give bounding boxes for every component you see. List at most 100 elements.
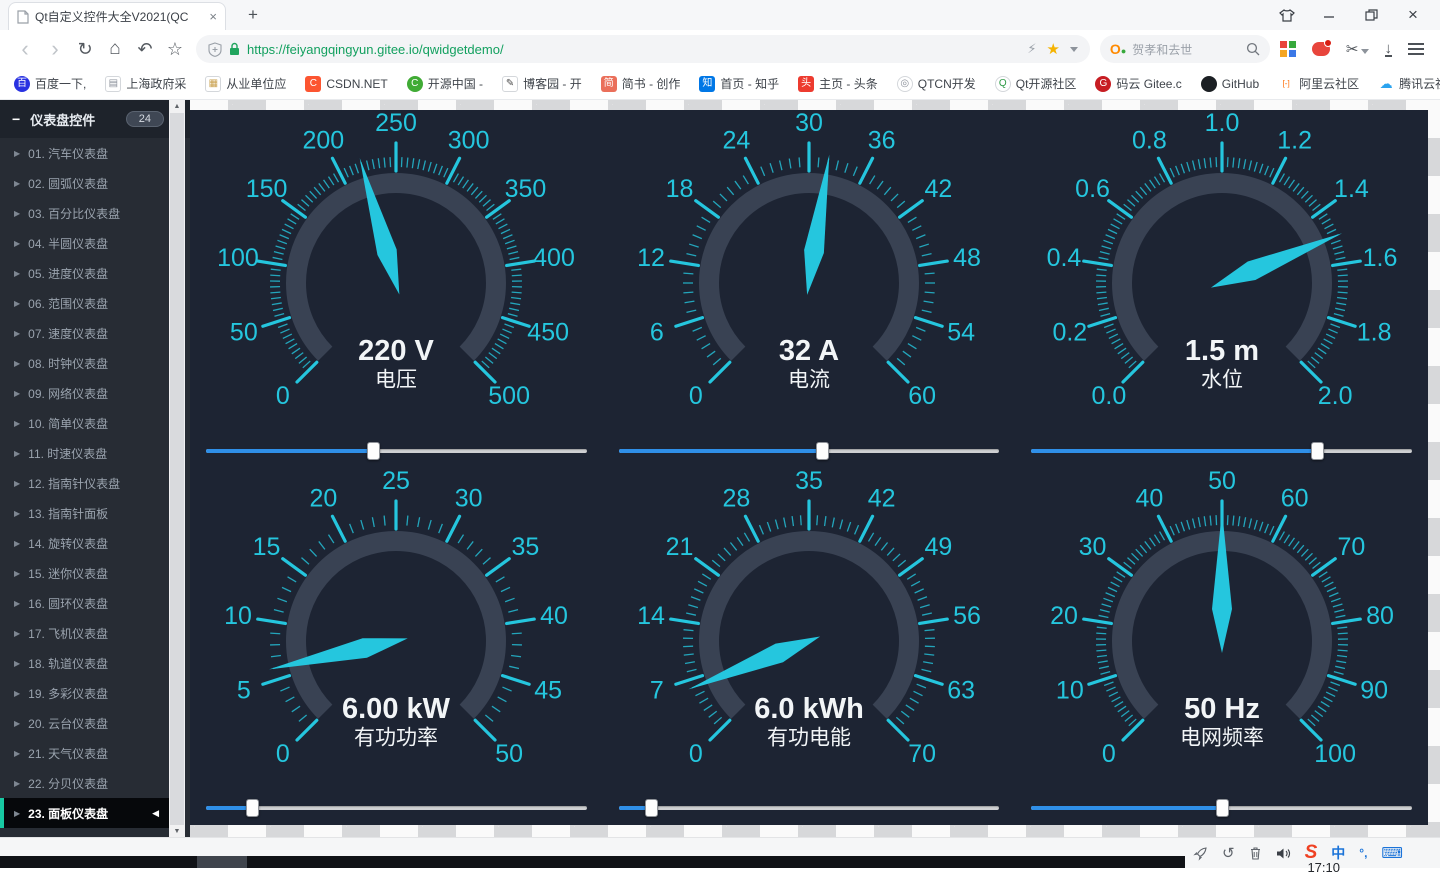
sidebar-item-16[interactable]: ▶16. 圆环仪表盘 xyxy=(0,588,169,618)
sidebar-item-22[interactable]: ▶22. 分贝仪表盘 xyxy=(0,768,169,798)
trash-icon[interactable] xyxy=(1249,846,1262,860)
maximize-button[interactable] xyxy=(1350,0,1392,30)
apps-grid-icon[interactable] xyxy=(1280,41,1296,57)
bookmark-1[interactable]: 百百度一下, xyxy=(14,75,86,92)
expand-arrow-icon[interactable]: ▶ xyxy=(14,449,20,458)
sidebar-item-1[interactable]: ▶01. 汽车仪表盘 xyxy=(0,138,169,168)
expand-arrow-icon[interactable]: ▶ xyxy=(14,539,20,548)
expand-arrow-icon[interactable]: ▶ xyxy=(14,179,20,188)
favorited-star-icon[interactable]: ★ xyxy=(1046,40,1059,58)
collapse-icon[interactable]: − xyxy=(12,111,20,127)
minimize-button[interactable] xyxy=(1308,0,1350,30)
sidebar-item-20[interactable]: ▶20. 云台仪表盘 xyxy=(0,708,169,738)
expand-arrow-icon[interactable]: ▶ xyxy=(14,659,20,668)
slider-thumb[interactable] xyxy=(246,799,259,817)
sidebar-header[interactable]: − 仪表盘控件 24 xyxy=(0,100,190,138)
menu-icon[interactable] xyxy=(1408,43,1424,55)
sidebar-item-12[interactable]: ▶12. 指南针仪表盘 xyxy=(0,468,169,498)
bookmark-5[interactable]: C开源中国 - xyxy=(407,75,483,92)
sidebar-item-21[interactable]: ▶21. 天气仪表盘 xyxy=(0,738,169,768)
home-icon[interactable]: ⌂ xyxy=(100,38,130,60)
taskbar-active-app[interactable] xyxy=(197,856,247,868)
slider-thumb[interactable] xyxy=(1311,442,1324,460)
new-tab-button[interactable]: + xyxy=(240,2,266,28)
expand-arrow-icon[interactable]: ▶ xyxy=(14,569,20,578)
back-icon[interactable]: ‹ xyxy=(10,36,40,62)
sidebar-item-19[interactable]: ▶19. 多彩仪表盘 xyxy=(0,678,169,708)
expand-arrow-icon[interactable]: ▶ xyxy=(14,389,20,398)
sidebar-item-3[interactable]: ▶03. 百分比仪表盘 xyxy=(0,198,169,228)
slider-thumb[interactable] xyxy=(645,799,658,817)
search-box[interactable]: O● 贺孝和去世 xyxy=(1100,35,1270,63)
bookmark-9[interactable]: 头主页 - 头条 xyxy=(798,75,878,92)
gauge-slider-2[interactable] xyxy=(619,442,1000,460)
gauge-slider-1[interactable] xyxy=(206,442,587,460)
sidebar-item-15[interactable]: ▶15. 迷你仪表盘 xyxy=(0,558,169,588)
expand-arrow-icon[interactable]: ▶ xyxy=(14,689,20,698)
game-center-icon[interactable] xyxy=(1312,42,1330,56)
sidebar-item-8[interactable]: ▶08. 时钟仪表盘 xyxy=(0,348,169,378)
scrollbar-thumb[interactable] xyxy=(170,113,184,825)
download-icon[interactable]: ↓ xyxy=(1385,42,1393,57)
rocket-icon[interactable] xyxy=(1193,846,1208,861)
flash-icon[interactable]: ⚡ xyxy=(1027,41,1036,57)
forward-icon[interactable]: › xyxy=(40,36,70,62)
slider-thumb[interactable] xyxy=(367,442,380,460)
slider-track[interactable] xyxy=(206,806,587,810)
browser-tab[interactable]: Qt自定义控件大全V2021(QC × xyxy=(8,2,226,30)
expand-arrow-icon[interactable]: ▶ xyxy=(14,299,20,308)
expand-arrow-icon[interactable]: ▶ xyxy=(14,779,20,788)
slider-thumb[interactable] xyxy=(1216,799,1229,817)
refresh-icon[interactable]: ↻ xyxy=(70,39,100,60)
sidebar-item-4[interactable]: ▶04. 半圆仪表盘 xyxy=(0,228,169,258)
sidebar-item-9[interactable]: ▶09. 网络仪表盘 xyxy=(0,378,169,408)
address-bar[interactable]: https://feiyangqingyun.gitee.io/qwidgetd… xyxy=(196,35,1090,63)
sidebar-item-11[interactable]: ▶11. 时速仪表盘 xyxy=(0,438,169,468)
expand-arrow-icon[interactable]: ▶ xyxy=(14,749,20,758)
sidebar-item-5[interactable]: ▶05. 进度仪表盘 xyxy=(0,258,169,288)
expand-arrow-icon[interactable]: ▶ xyxy=(14,809,20,818)
expand-arrow-icon[interactable]: ▶ xyxy=(14,509,20,518)
expand-arrow-icon[interactable]: ▶ xyxy=(14,359,20,368)
bookmark-star-icon[interactable]: ☆ xyxy=(160,39,190,60)
sidebar-item-17[interactable]: ▶17. 飞机仪表盘 xyxy=(0,618,169,648)
chevron-down-icon[interactable] xyxy=(1070,47,1078,52)
screenshot-scissors-icon[interactable]: ✂ xyxy=(1346,40,1369,59)
expand-arrow-icon[interactable]: ▶ xyxy=(14,719,20,728)
bookmark-15[interactable]: ☁腾讯云社区 xyxy=(1378,75,1440,92)
sidebar-scrollbar[interactable]: ▲ ▼ xyxy=(169,100,185,838)
gauge-slider-4[interactable] xyxy=(206,799,587,817)
slider-thumb[interactable] xyxy=(816,442,829,460)
history-icon[interactable]: ↺ xyxy=(1222,846,1235,861)
sidebar-item-7[interactable]: ▶07. 速度仪表盘 xyxy=(0,318,169,348)
bookmark-3[interactable]: ▦从业单位应 xyxy=(205,75,286,92)
punctuation-icon[interactable]: °, xyxy=(1359,846,1367,860)
sidebar-item-14[interactable]: ▶14. 旋转仪表盘 xyxy=(0,528,169,558)
expand-arrow-icon[interactable]: ▶ xyxy=(14,149,20,158)
search-input[interactable]: 贺孝和去世 xyxy=(1132,41,1240,58)
shield-plus-icon[interactable] xyxy=(208,42,222,57)
gauge-slider-5[interactable] xyxy=(619,799,1000,817)
search-icon[interactable] xyxy=(1246,42,1260,56)
bookmark-14[interactable]: [-]阿里云社区 xyxy=(1278,75,1359,92)
expand-arrow-icon[interactable]: ▶ xyxy=(14,329,20,338)
sidebar-item-13[interactable]: ▶13. 指南针面板 xyxy=(0,498,169,528)
bookmark-8[interactable]: 知首页 - 知乎 xyxy=(699,75,779,92)
skin-icon[interactable] xyxy=(1266,0,1308,30)
bookmark-10[interactable]: ◎QTCN开发 xyxy=(897,75,976,92)
bookmark-6[interactable]: ✎博客园 - 开 xyxy=(502,75,582,92)
expand-arrow-icon[interactable]: ▶ xyxy=(14,479,20,488)
tab-close-button[interactable]: × xyxy=(209,9,217,24)
sidebar-item-10[interactable]: ▶10. 简单仪表盘 xyxy=(0,408,169,438)
expand-arrow-icon[interactable]: ▶ xyxy=(14,419,20,428)
soft-keyboard-icon[interactable]: ⌨ xyxy=(1381,844,1403,862)
bookmark-2[interactable]: ▤上海政府采 xyxy=(105,75,186,92)
expand-arrow-icon[interactable]: ▶ xyxy=(14,629,20,638)
undo-icon[interactable]: ↶ xyxy=(130,39,160,60)
bookmark-12[interactable]: G码云 Gitee.c xyxy=(1095,75,1181,92)
sidebar-item-23[interactable]: ▶23. 面板仪表盘◀ xyxy=(0,798,169,828)
url-text[interactable]: https://feiyangqingyun.gitee.io/qwidgetd… xyxy=(247,42,1020,57)
slider-track[interactable] xyxy=(619,806,1000,810)
expand-arrow-icon[interactable]: ▶ xyxy=(14,239,20,248)
gauge-slider-6[interactable] xyxy=(1031,799,1412,817)
